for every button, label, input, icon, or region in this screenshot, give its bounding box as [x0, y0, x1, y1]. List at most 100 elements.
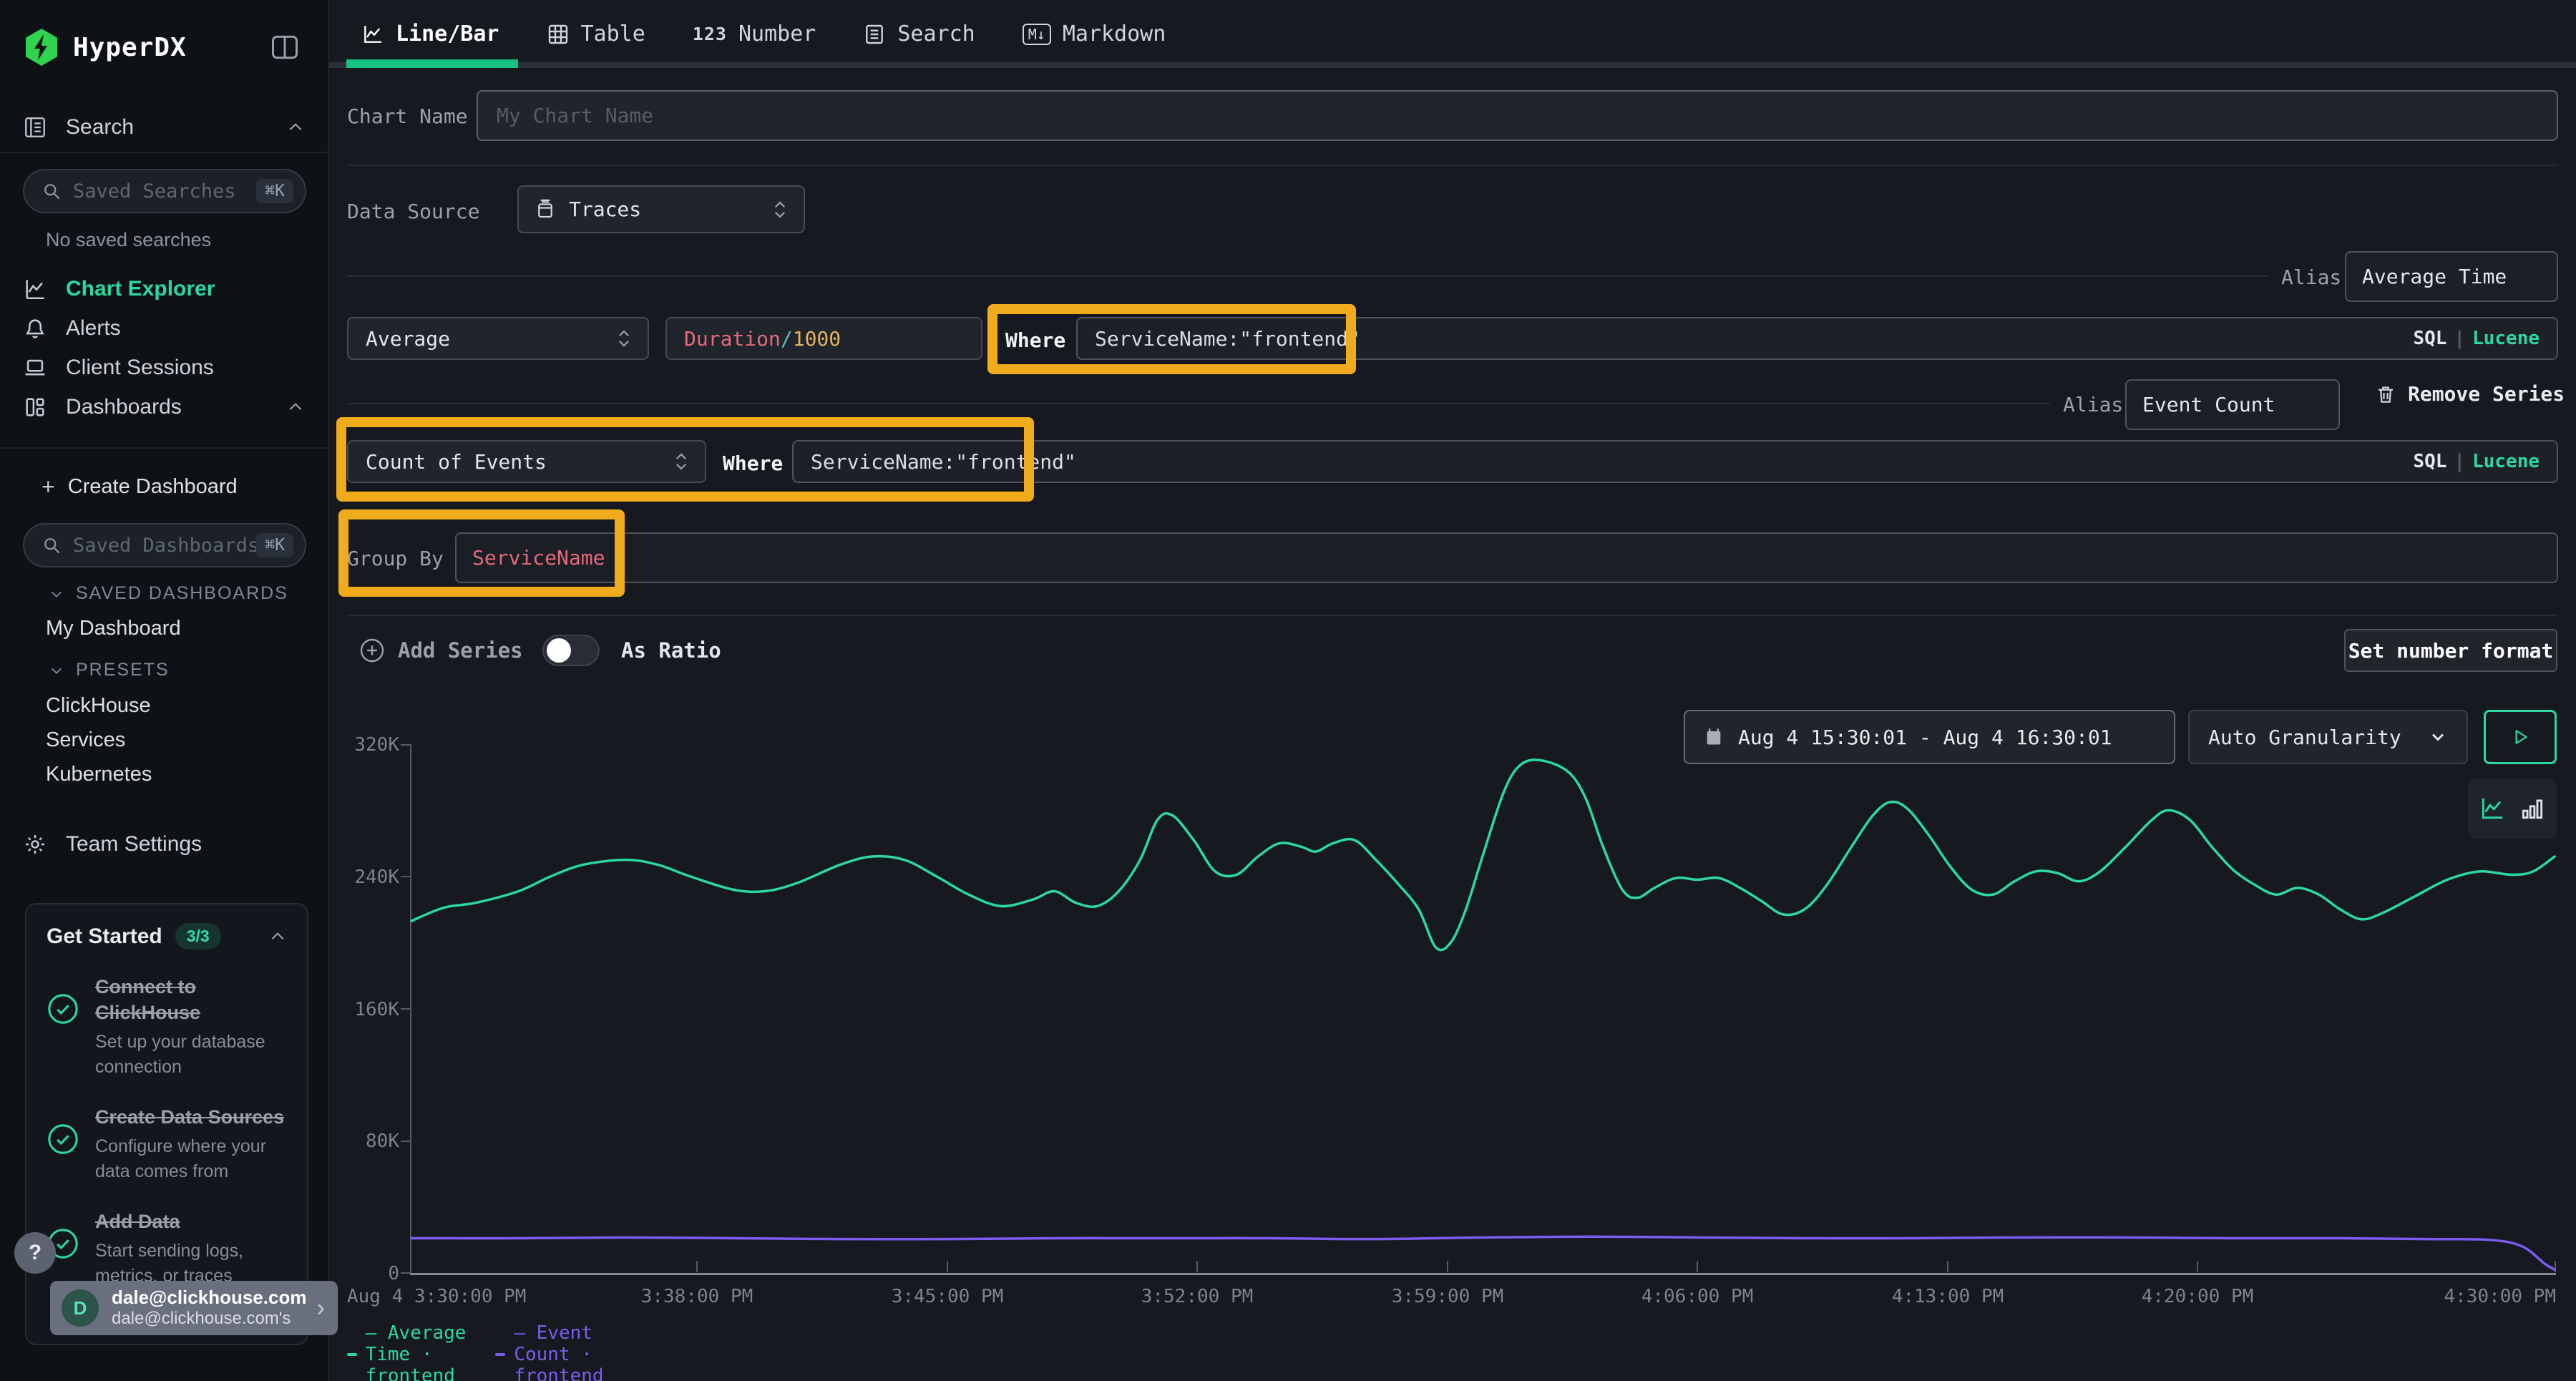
set-number-format-button[interactable]: Set number format — [2344, 629, 2557, 672]
series1-alias-input[interactable]: Average Time — [2345, 251, 2558, 302]
legend-marker — [347, 1353, 357, 1356]
tab-markdown[interactable]: M↓ Markdown — [1023, 21, 1166, 47]
search-icon — [42, 535, 62, 555]
add-series-button[interactable]: Add Series — [359, 629, 523, 672]
tab-line-bar[interactable]: Line/Bar — [361, 21, 499, 47]
sidebar-item-services[interactable]: Services — [46, 728, 125, 752]
x-tick-label: Aug 4 3:30:00 PM — [347, 1286, 526, 1307]
lucene-toggle[interactable]: Lucene — [2472, 328, 2540, 349]
chevron-up-icon[interactable] — [268, 927, 287, 946]
chart-name-input[interactable] — [477, 90, 2558, 141]
x-tick-label: 3:52:00 PM — [1141, 1286, 1254, 1307]
remove-series-button[interactable]: Remove Series — [2375, 382, 2565, 406]
user-menu[interactable]: D dale@clickhouse.com dale@clickhouse.co… — [50, 1281, 338, 1335]
series1-field-input[interactable]: Duration/1000 — [665, 317, 982, 360]
get-started-item-desc: Configure where your data comes from — [95, 1134, 287, 1184]
alias-value: Event Count — [2142, 393, 2275, 416]
get-started-item[interactable]: Add Data Start sending logs, metrics, or… — [47, 1209, 287, 1289]
sidebar-item-dashboards[interactable]: Dashboards — [0, 387, 329, 427]
sidebar-item-label: Client Sessions — [66, 356, 214, 380]
number-123-icon: 123 — [693, 24, 727, 44]
alias-label: Alias — [2281, 265, 2341, 289]
alias-label: Alias — [2063, 393, 2123, 416]
sidebar-item-label: Dashboards — [66, 395, 182, 419]
sidebar-item-kubernetes[interactable]: Kubernetes — [46, 763, 152, 786]
chevron-up-icon[interactable] — [286, 398, 305, 416]
get-started-item[interactable]: Connect to ClickHouse Set up your databa… — [47, 974, 287, 1080]
chevron-down-icon — [49, 663, 64, 678]
chart-canvas[interactable] — [411, 744, 2555, 1273]
check-circle-icon — [47, 992, 79, 1025]
chart-explorer-icon — [23, 277, 47, 301]
series1-where-label: Where — [1005, 328, 1065, 352]
y-tick-label: 80K — [342, 1131, 399, 1152]
sidebar-item-alerts[interactable]: Alerts — [0, 308, 329, 348]
main-content: Line/Bar Table 123 Number Search M↓ Mark… — [329, 0, 2576, 1381]
select-updown-icon — [772, 199, 788, 220]
saved-searches-box[interactable]: ⌘K — [23, 169, 306, 213]
saved-dashboards-section-header[interactable]: SAVED DASHBOARDS — [49, 583, 288, 604]
chart-type-tabbar: Line/Bar Table 123 Number Search M↓ Mark… — [329, 0, 2576, 68]
data-source-select[interactable]: Traces — [517, 185, 805, 233]
series-connector-line — [347, 403, 2050, 404]
lucene-toggle[interactable]: Lucene — [2472, 451, 2540, 472]
get-started-header[interactable]: Get Started 3/3 — [47, 923, 287, 950]
saved-searches-input[interactable] — [73, 180, 256, 202]
bell-icon — [23, 316, 47, 341]
tab-search[interactable]: Search — [863, 21, 975, 47]
help-button[interactable]: ? — [14, 1232, 56, 1274]
section-header-label: PRESETS — [76, 660, 170, 680]
sidebar-item-chart-explorer[interactable]: Chart Explorer — [0, 269, 329, 309]
tab-table[interactable]: Table — [547, 21, 645, 47]
user-team: dale@clickhouse.com's — [112, 1308, 306, 1329]
active-tab-underline — [346, 59, 518, 68]
sidebar-item-client-sessions[interactable]: Client Sessions — [0, 348, 329, 388]
language-switch: SQL|Lucene — [2413, 328, 2540, 349]
sidebar: HyperDX Search ⌘K No saved searches Char… — [0, 0, 329, 1381]
create-dashboard-label: Create Dashboard — [68, 475, 238, 499]
legend-marker — [495, 1353, 505, 1356]
group-by-input[interactable]: ServiceName — [455, 532, 2558, 583]
tab-number[interactable]: 123 Number — [693, 21, 816, 47]
document-list-icon — [863, 23, 886, 46]
saved-dashboards-box[interactable]: ⌘K — [23, 523, 306, 567]
sql-toggle[interactable]: SQL — [2413, 451, 2446, 472]
aggregation-value: Count of Events — [366, 450, 547, 474]
field-token: Duration — [684, 327, 781, 351]
laptop-icon — [23, 356, 47, 380]
sidebar-item-my-dashboard[interactable]: My Dashboard — [46, 617, 181, 640]
trash-icon — [2375, 383, 2396, 406]
get-started-item[interactable]: Create Data Sources Configure where your… — [47, 1104, 287, 1184]
legend-item-average-time[interactable]: — Average Time · frontend — [347, 1322, 471, 1381]
get-started-item-title: Add Data — [95, 1209, 287, 1234]
x-tick-label: 4:13:00 PM — [1892, 1286, 2004, 1307]
language-switch: SQL|Lucene — [2413, 451, 2540, 472]
create-dashboard-button[interactable]: + Create Dashboard — [42, 474, 238, 500]
separator: | — [2446, 328, 2472, 349]
series1-where-input[interactable]: ServiceName:"frontend" SQL|Lucene — [1076, 317, 2558, 360]
x-tick-label: 3:59:00 PM — [1392, 1286, 1504, 1307]
sidebar-item-team-settings[interactable]: Team Settings — [0, 824, 329, 864]
no-saved-searches-note: No saved searches — [46, 229, 211, 251]
tabbar-baseline — [329, 62, 2576, 68]
as-ratio-toggle[interactable] — [542, 635, 600, 666]
divider — [347, 165, 2558, 166]
sql-toggle[interactable]: SQL — [2413, 328, 2446, 349]
chevron-up-icon[interactable] — [286, 118, 305, 137]
presets-section-header[interactable]: PRESETS — [49, 660, 170, 680]
where-value: ServiceName:"frontend" — [811, 450, 1076, 474]
get-started-panel: Get Started 3/3 Connect to ClickHouse Se… — [25, 903, 308, 1345]
tab-label: Search — [897, 21, 975, 47]
sidebar-divider — [0, 152, 328, 153]
series2-aggregation-select[interactable]: Count of Events — [347, 440, 706, 483]
sidebar-divider — [0, 447, 328, 449]
dashboards-icon — [23, 395, 47, 419]
series2-where-input[interactable]: ServiceName:"frontend" SQL|Lucene — [792, 440, 2558, 483]
saved-dashboards-input[interactable] — [73, 535, 256, 557]
series2-alias-input[interactable]: Event Count — [2125, 379, 2340, 430]
sidebar-collapse-icon[interactable] — [269, 31, 301, 63]
sidebar-item-search[interactable]: Search — [0, 107, 329, 147]
legend-item-event-count[interactable]: — Event Count · frontend — [495, 1322, 619, 1381]
series1-aggregation-select[interactable]: Average — [347, 317, 649, 360]
sidebar-item-clickhouse[interactable]: ClickHouse — [46, 694, 151, 718]
